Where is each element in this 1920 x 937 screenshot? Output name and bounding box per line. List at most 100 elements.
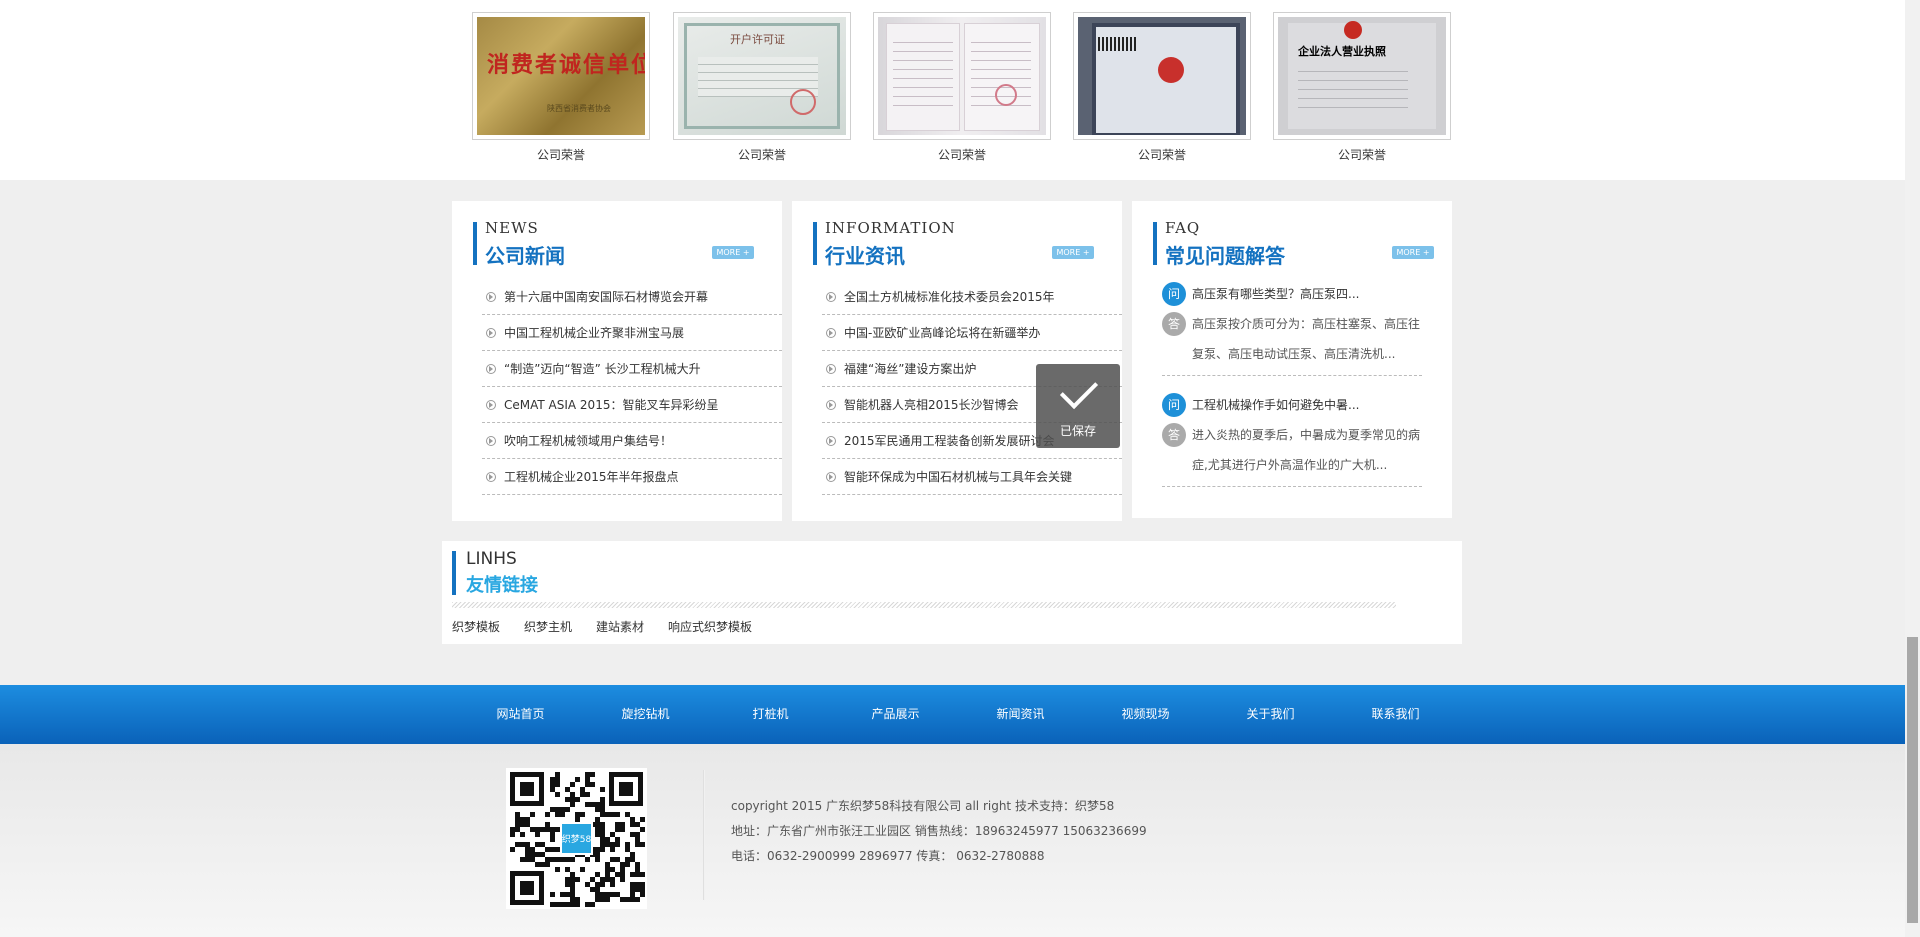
news-list: 第十六届中国南安国际石材博览会开幕 中国工程机械企业齐聚非洲宝马展 “制造”迈向… [482,279,782,495]
nav-pile-driver[interactable]: 打桩机 [708,685,833,744]
check-icon [1059,370,1099,410]
honor-image-frame[interactable]: 消费者诚信单位 陕西省消费者协会 [472,12,650,140]
news-column: NEWS 公司新闻 MORE + 第十六届中国南安国际石材博览会开幕 中国工程机… [452,201,782,521]
info-title-en: INFORMATION [825,219,956,237]
honor-plaque-image[interactable]: 消费者诚信单位 陕西省消费者协会 [477,17,645,135]
honor-item[interactable]: 公司荣誉 [1073,12,1251,163]
info-item-link[interactable]: 福建“海丝”建设方案出炉 [844,351,976,386]
friend-link[interactable]: 建站素材 [596,618,644,635]
info-item[interactable]: 全国土方机械标准化技术委员会2015年 [822,279,1122,315]
arrow-bullet-icon [486,435,496,446]
links-title-cn: 友情链接 [466,575,538,596]
qr-center-label: 织梦58 [562,833,592,845]
doc-page [886,23,960,131]
news-item[interactable]: 工程机械企业2015年半年报盘点 [482,459,782,495]
faq-question[interactable]: 问 工程机械操作手如何避免中暑... [1162,390,1422,420]
honor-license-image[interactable]: 开户许可证 [678,17,846,135]
honor-certificate-image[interactable] [878,17,1046,135]
faq-answer-text: 高压泵按介质可分为：高压柱塞泵、高压往 复泵、高压电动试压泵、高压清洗机... [1192,309,1420,369]
news-item[interactable]: “制造”迈向“智造” 长沙工程机械大升 [482,351,782,387]
question-badge-icon: 问 [1162,282,1186,306]
faq-title-cn: 常见问题解答 [1165,244,1285,268]
section-marker [813,222,821,265]
faq-question-text[interactable]: 高压泵有哪些类型？高压泵四... [1192,279,1359,309]
honor-image-frame[interactable] [873,12,1051,140]
page: 消费者诚信单位 陕西省消费者协会 公司荣誉 开户许可证 公司荣誉 公司荣誉 公司… [0,0,1905,937]
honor-image-frame[interactable] [1073,12,1251,140]
phone-text: 电话：0632-2900999 2896977 传真： 0632-2780888 [731,849,1045,863]
friend-link[interactable]: 响应式织梦模板 [668,618,752,635]
emblem-icon [1344,21,1362,39]
news-more-button[interactable]: MORE + [712,246,754,259]
nav-rotary-drill[interactable]: 旋挖钻机 [583,685,708,744]
info-item[interactable]: 智能环保成为中国石材机械与工具年会关键 [822,459,1122,495]
copyright-text: copyright 2015 广东织梦58科技有限公司 all right 技术… [731,799,1115,813]
honor-business-license-image[interactable]: 企业法人营业执照 [1278,17,1446,135]
nav-products[interactable]: 产品展示 [833,685,958,744]
news-item[interactable]: 中国工程机械企业齐聚非洲宝马展 [482,315,782,351]
honor-code-certificate-image[interactable] [1078,17,1246,135]
nav-about[interactable]: 关于我们 [1208,685,1333,744]
info-item[interactable]: 中国-亚欧矿业高峰论坛将在新疆举办 [822,315,1122,351]
saved-toast-label: 已保存 [1059,424,1096,438]
doc-lines [893,34,953,114]
faq-more-button[interactable]: MORE + [1392,246,1434,259]
honor-image-frame[interactable]: 企业法人营业执照 [1273,12,1451,140]
answer-badge-icon: 答 [1162,423,1186,447]
news-item[interactable]: CeMAT ASIA 2015：智能叉车异彩纷呈 [482,387,782,423]
arrow-bullet-icon [486,363,496,374]
honor-caption[interactable]: 公司荣誉 [673,146,851,163]
info-item-link[interactable]: 智能环保成为中国石材机械与工具年会关键 [844,459,1072,494]
news-item-link[interactable]: CeMAT ASIA 2015：智能叉车异彩纷呈 [504,387,718,422]
info-item-link[interactable]: 智能机器人亮相2015长沙智博会 [844,387,1019,422]
news-item-link[interactable]: 第十六届中国南安国际石材博览会开幕 [504,279,708,314]
arrow-bullet-icon [826,291,836,302]
news-item[interactable]: 吹响工程机械领域用户集结号！ [482,423,782,459]
answer-badge-icon: 答 [1162,312,1186,336]
section-marker [473,222,481,265]
faq-column: FAQ 常见问题解答 MORE + 问 高压泵有哪些类型？高压泵四... 答 高… [1132,201,1452,518]
honor-item[interactable]: 消费者诚信单位 陕西省消费者协会 公司荣誉 [472,12,650,163]
arrow-bullet-icon [486,327,496,338]
section-marker [1153,222,1161,265]
faq-question[interactable]: 问 高压泵有哪些类型？高压泵四... [1162,279,1422,309]
plaque-subtitle: 陕西省消费者协会 [547,104,611,113]
honor-item[interactable]: 企业法人营业执照 公司荣誉 [1273,12,1451,163]
faq-answer-line: 进入炎热的夏季后，中暑成为夏季常见的病 [1192,428,1421,442]
info-more-button[interactable]: MORE + [1052,246,1094,259]
news-item-link[interactable]: 吹响工程机械领域用户集结号！ [504,423,672,458]
news-item-link[interactable]: “制造”迈向“智造” 长沙工程机械大升 [504,351,701,386]
honor-caption[interactable]: 公司荣誉 [1073,146,1251,163]
plaque-title: 消费者诚信单位 [487,52,645,78]
section-marker [452,551,456,595]
news-item-link[interactable]: 工程机械企业2015年半年报盘点 [504,459,679,494]
honor-caption[interactable]: 公司荣誉 [472,146,650,163]
news-item[interactable]: 第十六届中国南安国际石材博览会开幕 [482,279,782,315]
scrollbar-thumb[interactable] [1907,637,1918,923]
info-item-link[interactable]: 2015军民通用工程装备创新发展研讨会 [844,423,1055,458]
info-column: INFORMATION 行业资讯 MORE + 全国土方机械标准化技术委员会20… [792,201,1122,521]
friend-link[interactable]: 织梦模板 [452,618,500,635]
honor-item[interactable]: 公司荣誉 [873,12,1051,163]
news-item-link[interactable]: 中国工程机械企业齐聚非洲宝马展 [504,315,684,350]
nav-news[interactable]: 新闻资讯 [958,685,1083,744]
nav-contact[interactable]: 联系我们 [1333,685,1458,744]
page-scrollbar[interactable] [1905,0,1920,937]
address-text: 地址：广东省广州市张汪工业园区 销售热线：18963245977 1506323… [731,824,1147,838]
honor-caption[interactable]: 公司荣誉 [1273,146,1451,163]
info-item-link[interactable]: 全国土方机械标准化技术委员会2015年 [844,279,1055,314]
arrow-bullet-icon [826,471,836,482]
honor-caption[interactable]: 公司荣誉 [873,146,1051,163]
honor-item[interactable]: 开户许可证 公司荣誉 [673,12,851,163]
divider [452,602,1396,608]
nav-video[interactable]: 视频现场 [1083,685,1208,744]
qr-code-graphic: 织梦58 [506,768,647,909]
faq-question-text[interactable]: 工程机械操作手如何避免中暑... [1192,390,1359,420]
info-item-link[interactable]: 中国-亚欧矿业高峰论坛将在新疆举办 [844,315,1040,350]
arrow-bullet-icon [826,327,836,338]
friend-link[interactable]: 织梦主机 [524,618,572,635]
doc-title: 企业法人营业执照 [1298,45,1386,58]
question-badge-icon: 问 [1162,393,1186,417]
honor-image-frame[interactable]: 开户许可证 [673,12,851,140]
nav-home[interactable]: 网站首页 [458,685,583,744]
